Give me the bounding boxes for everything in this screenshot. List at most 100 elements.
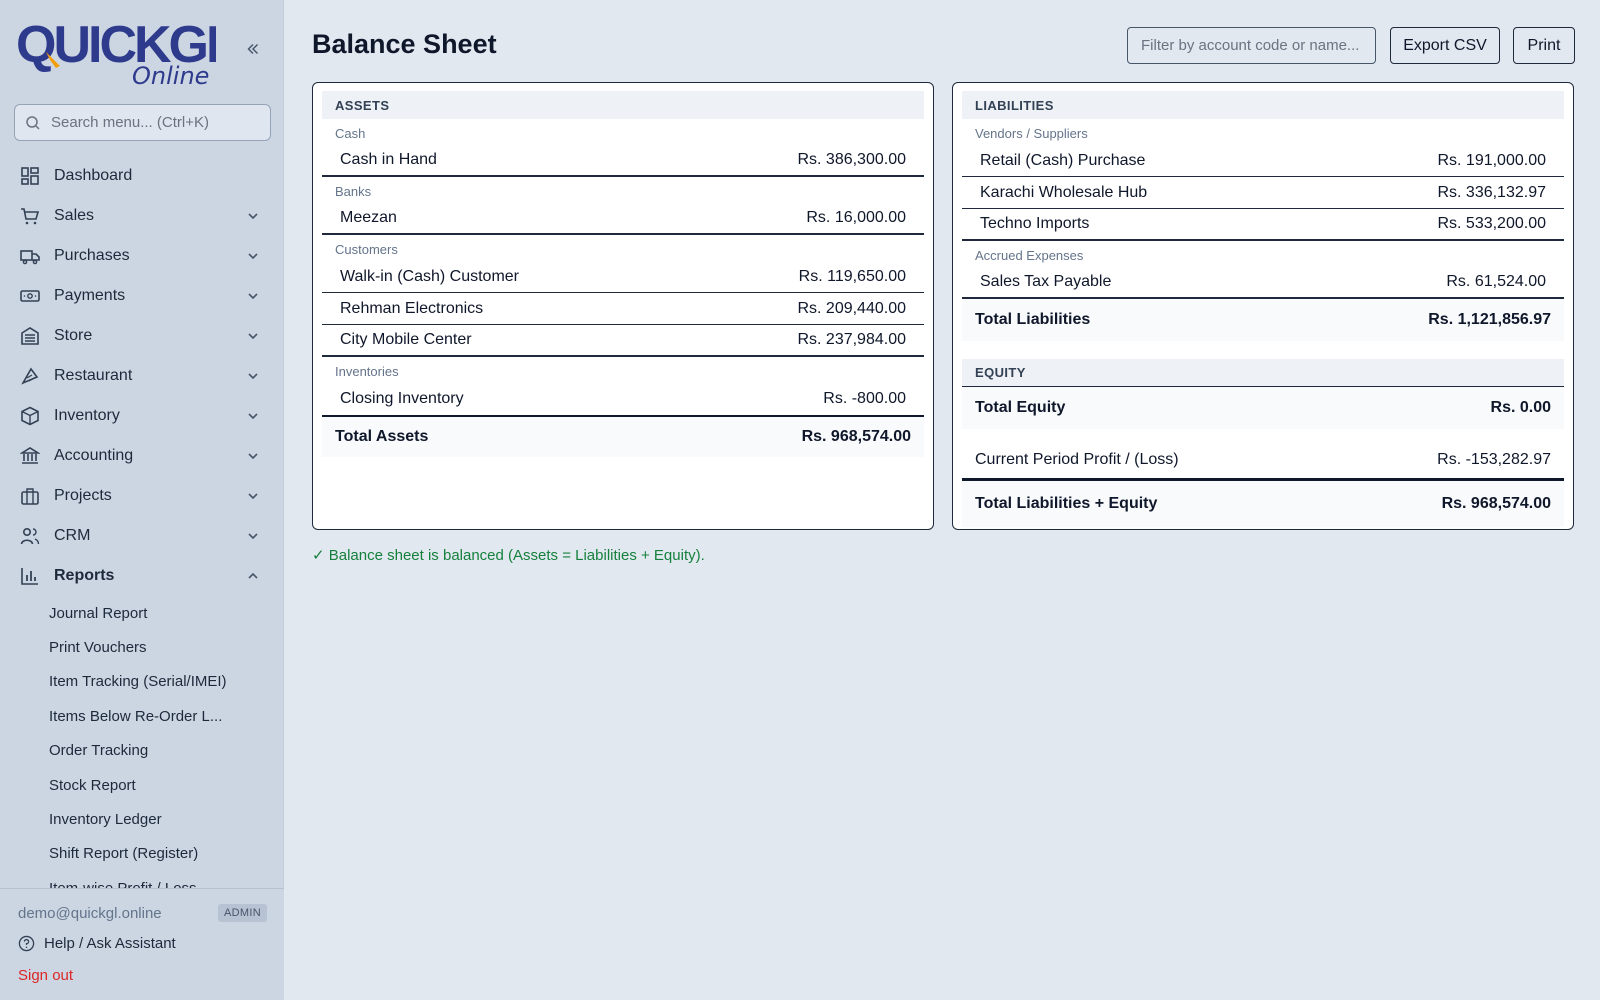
account-row[interactable]: Closing Inventory Rs. -800.00	[322, 383, 924, 415]
account-name: Meezan	[340, 209, 397, 226]
sidebar-item-reports[interactable]: Reports	[0, 556, 284, 596]
help-link[interactable]: Help / Ask Assistant	[18, 935, 176, 952]
chevron-down-icon	[248, 293, 258, 300]
sidebar-item-projects[interactable]: Projects	[0, 476, 284, 516]
sidebar-item-crm[interactable]: CRM	[0, 516, 284, 556]
user-email: demo@quickgl.online	[18, 905, 162, 922]
chevron-down-icon	[248, 373, 258, 380]
sidebar: QUICKGL Online Dashboard Sales	[0, 0, 284, 1000]
sidebar-item-label: Store	[54, 327, 93, 344]
sidebar-item-label: Accounting	[54, 447, 134, 464]
account-name: Closing Inventory	[340, 390, 464, 407]
money-icon	[20, 286, 40, 306]
account-row[interactable]: Sales Tax Payable Rs. 61,524.00	[962, 267, 1564, 299]
group-label: Customers	[335, 242, 398, 257]
sidebar-nav: Dashboard Sales Purchases Payments Store…	[0, 156, 284, 596]
equity-heading: EQUITY	[962, 359, 1564, 387]
group-label: Banks	[335, 184, 372, 199]
account-row[interactable]: Rehman Electronics Rs. 209,440.00	[322, 293, 924, 325]
submenu-stock-report[interactable]: Stock Report	[0, 768, 240, 802]
logo-graphic: QUICKGL Online	[16, 16, 240, 90]
account-amount: Rs. 336,132.97	[1437, 183, 1546, 201]
search-icon	[26, 115, 40, 130]
total-equity-row: Total Equity Rs. 0.00	[962, 387, 1564, 429]
sidebar-item-dashboard[interactable]: Dashboard	[0, 156, 284, 196]
quickgl-logo[interactable]: QUICKGL Online	[16, 14, 240, 90]
print-button[interactable]: Print	[1513, 27, 1575, 64]
sidebar-search[interactable]	[14, 104, 271, 141]
group-label: Inventories	[335, 364, 399, 379]
chevron-down-icon	[248, 493, 258, 500]
balance-status-message: ✓ Balance sheet is balanced (Assets = Li…	[312, 547, 705, 564]
group-label: Vendors / Suppliers	[975, 126, 1088, 141]
account-name: Retail (Cash) Purchase	[980, 151, 1146, 169]
account-amount: Rs. 119,650.00	[798, 267, 906, 285]
sidebar-item-inventory[interactable]: Inventory	[0, 396, 284, 436]
submenu-journal-report[interactable]: Journal Report	[0, 596, 240, 630]
bar-chart-icon	[20, 566, 40, 586]
chevron-down-icon	[248, 333, 258, 340]
collapse-sidebar-button[interactable]	[242, 40, 264, 62]
account-name: Karachi Wholesale Hub	[980, 183, 1148, 201]
sidebar-item-purchases[interactable]: Purchases	[0, 236, 284, 276]
account-name: City Mobile Center	[340, 331, 472, 348]
chevron-down-icon	[248, 413, 258, 420]
account-name: Rehman Electronics	[340, 299, 484, 317]
account-row[interactable]: City Mobile Center Rs. 237,984.00	[322, 325, 924, 357]
box-icon	[20, 406, 40, 426]
account-row[interactable]: Meezan Rs. 16,000.00	[322, 203, 924, 235]
account-row[interactable]: Retail (Cash) Purchase Rs. 191,000.00	[962, 145, 1564, 177]
submenu-item-wise-profit[interactable]: Item-wise Profit / Loss	[0, 871, 240, 888]
account-name: Cash in Hand	[340, 151, 437, 168]
account-amount: Rs. -800.00	[823, 390, 906, 407]
svg-text:Online: Online	[132, 62, 209, 90]
export-csv-button[interactable]: Export CSV	[1390, 27, 1500, 64]
account-row[interactable]: Techno Imports Rs. 533,200.00	[962, 209, 1564, 241]
account-name: Sales Tax Payable	[980, 273, 1112, 290]
group-label: Cash	[335, 126, 366, 141]
profit-amount: Rs. -153,282.97	[1437, 450, 1551, 468]
group-label: Accrued Expenses	[975, 248, 1084, 263]
submenu-order-tracking[interactable]: Order Tracking	[0, 734, 240, 768]
sidebar-item-sales[interactable]: Sales	[0, 196, 284, 236]
dashboard-icon	[20, 166, 40, 186]
sidebar-item-label: Reports	[54, 567, 115, 584]
sidebar-item-label: Inventory	[54, 407, 120, 424]
sidebar-item-payments[interactable]: Payments	[0, 276, 284, 316]
sidebar-item-store[interactable]: Store	[0, 316, 284, 356]
sidebar-item-accounting[interactable]: Accounting	[0, 436, 284, 476]
sidebar-item-restaurant[interactable]: Restaurant	[0, 356, 284, 396]
submenu-shift-report[interactable]: Shift Report (Register)	[0, 837, 240, 871]
submenu-print-vouchers[interactable]: Print Vouchers	[0, 630, 240, 664]
account-row[interactable]: Cash in Hand Rs. 386,300.00	[322, 145, 924, 177]
total-assets-row: Total Assets Rs. 968,574.00	[322, 415, 924, 457]
total-amount: Rs. 0.00	[1490, 399, 1551, 416]
account-row[interactable]: Karachi Wholesale Hub Rs. 336,132.97	[962, 177, 1564, 209]
sign-out-link[interactable]: Sign out	[18, 967, 73, 984]
role-badge: ADMIN	[218, 904, 267, 922]
account-name: Techno Imports	[980, 215, 1090, 232]
chevron-down-icon	[248, 533, 258, 540]
double-chevron-left-icon	[247, 43, 259, 55]
submenu-items-below-reorder[interactable]: Items Below Re-Order L...	[0, 699, 240, 733]
sidebar-item-label: Sales	[54, 207, 95, 224]
account-filter-input[interactable]	[1127, 27, 1376, 64]
sidebar-item-label: Payments	[54, 287, 126, 304]
sidebar-footer: demo@quickgl.online ADMIN Help / Ask Ass…	[0, 888, 284, 1000]
submenu-item-tracking[interactable]: Item Tracking (Serial/IMEI)	[0, 665, 240, 699]
liabilities-heading: LIABILITIES	[962, 91, 1564, 119]
account-row[interactable]: Walk-in (Cash) Customer Rs. 119,650.00	[322, 261, 924, 293]
total-amount: Rs. 1,121,856.97	[1428, 311, 1551, 328]
help-circle-icon	[18, 935, 35, 952]
account-amount: Rs. 61,524.00	[1446, 273, 1546, 290]
total-liabilities-row: Total Liabilities Rs. 1,121,856.97	[962, 299, 1564, 341]
reports-submenu: Journal Report Print Vouchers Item Track…	[0, 596, 284, 888]
account-amount: Rs. 209,440.00	[797, 299, 906, 317]
total-amount: Rs. 968,574.00	[801, 428, 911, 445]
restaurant-icon	[20, 366, 40, 386]
profit-label: Current Period Profit / (Loss)	[975, 450, 1179, 468]
chevron-up-icon	[248, 572, 258, 579]
submenu-inventory-ledger[interactable]: Inventory Ledger	[0, 802, 240, 836]
search-menu-input[interactable]	[51, 114, 261, 131]
